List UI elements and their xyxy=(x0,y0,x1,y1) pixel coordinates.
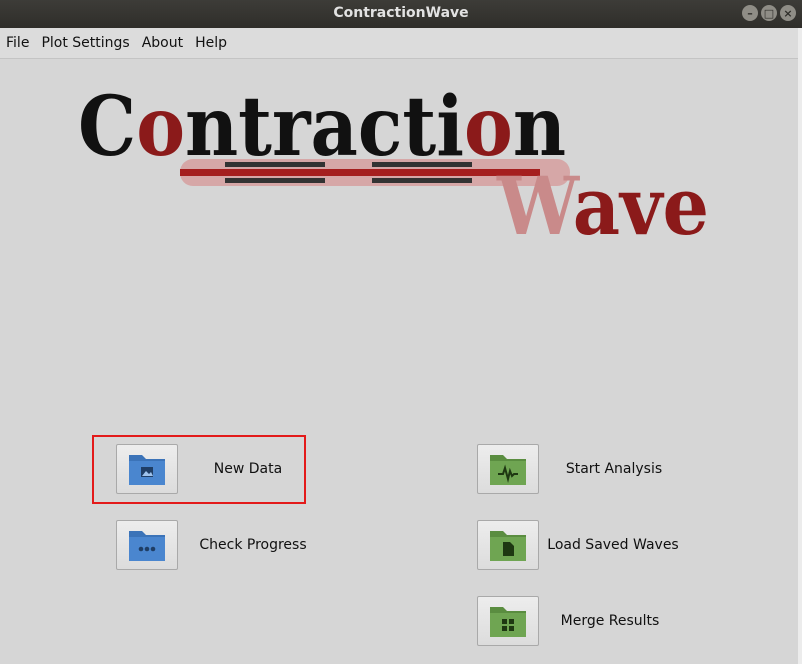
logo-bar xyxy=(225,162,325,167)
logo-letter: W xyxy=(496,159,580,253)
menu-plot-settings[interactable]: Plot Settings xyxy=(35,35,135,51)
logo-letter: o xyxy=(464,79,513,175)
check-progress-label: Check Progress xyxy=(199,537,307,553)
window-controls: – □ × xyxy=(742,5,796,21)
menu-help[interactable]: Help xyxy=(189,35,233,51)
logo-word-wave: Wave xyxy=(496,159,709,253)
window-edge xyxy=(798,28,802,664)
load-saved-waves-button[interactable] xyxy=(477,520,539,570)
title-bar: ContractionWave – □ × xyxy=(0,0,802,28)
start-analysis-button[interactable] xyxy=(477,444,539,494)
merge-results-button[interactable] xyxy=(477,596,539,646)
logo-letters: ntracti xyxy=(185,79,464,175)
minimize-button[interactable]: – xyxy=(742,5,758,21)
logo-red-stripe xyxy=(180,169,540,176)
start-analysis-row: Start Analysis xyxy=(477,444,689,494)
folder-waveform-icon xyxy=(490,455,526,485)
menu-about[interactable]: About xyxy=(136,35,189,51)
menu-file[interactable]: File xyxy=(0,35,35,51)
window-title: ContractionWave xyxy=(333,5,469,21)
logo-tube xyxy=(180,159,570,186)
menu-bar: File Plot Settings About Help xyxy=(0,28,798,59)
logo-letter: o xyxy=(136,79,185,175)
maximize-button[interactable]: □ xyxy=(761,5,777,21)
close-button[interactable]: × xyxy=(780,5,796,21)
selection-highlight xyxy=(92,435,306,504)
logo-letter: C xyxy=(78,79,136,175)
merge-results-row: Merge Results xyxy=(477,596,681,646)
folder-file-icon xyxy=(490,531,526,561)
logo-letters: ave xyxy=(573,159,709,253)
folder-dots-icon xyxy=(129,531,165,561)
merge-results-label: Merge Results xyxy=(560,613,660,629)
load-saved-waves-row: Load Saved Waves xyxy=(477,520,687,570)
start-analysis-label: Start Analysis xyxy=(565,461,663,477)
folder-grid-icon xyxy=(490,607,526,637)
check-progress-row: Check Progress xyxy=(116,520,328,570)
load-saved-waves-label: Load Saved Waves xyxy=(547,537,679,553)
logo-bar xyxy=(225,178,325,183)
logo-bar xyxy=(372,178,472,183)
logo-letter: n xyxy=(513,79,566,175)
logo-word-contraction: Contraction xyxy=(78,79,566,175)
check-progress-button[interactable] xyxy=(116,520,178,570)
logo-bar xyxy=(372,162,472,167)
